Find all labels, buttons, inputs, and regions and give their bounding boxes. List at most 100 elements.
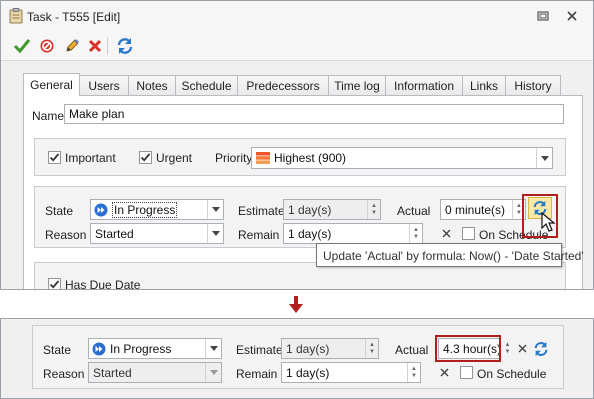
state-group-after: State In Progress Reason Started Estimat… bbox=[32, 325, 564, 389]
priority-value: Highest (900) bbox=[274, 151, 347, 165]
delete-button[interactable] bbox=[84, 35, 106, 57]
remain-label: Remain bbox=[236, 367, 278, 381]
tab-history[interactable]: History bbox=[505, 75, 561, 95]
update-actual-button[interactable] bbox=[530, 338, 552, 359]
refresh-button[interactable] bbox=[114, 35, 136, 57]
state-dropdown-button[interactable] bbox=[205, 339, 221, 358]
no-entry-icon bbox=[40, 39, 54, 53]
remain-field[interactable]: 1 day(s) ▲ ▼ bbox=[283, 223, 423, 244]
estimate-spin-button: ▲ ▼ bbox=[367, 200, 380, 219]
x-icon bbox=[88, 39, 102, 53]
on-schedule-label: On Schedule bbox=[477, 367, 547, 381]
actual-value: 0 minute(s) bbox=[445, 203, 506, 217]
refresh-icon bbox=[117, 38, 133, 54]
x-icon bbox=[518, 344, 526, 353]
state-label: State bbox=[43, 343, 72, 357]
arrow-down-icon bbox=[289, 296, 303, 314]
priority-dropdown-button[interactable] bbox=[536, 148, 552, 168]
state-value: In Progress bbox=[112, 202, 178, 218]
remain-field[interactable]: 1 day(s) ▲ ▼ bbox=[281, 362, 421, 383]
save-button[interactable] bbox=[11, 35, 33, 57]
restore-icon[interactable] bbox=[537, 10, 549, 22]
estimate-value: 1 day(s) bbox=[286, 342, 330, 356]
remain-spin-button[interactable]: ▲ ▼ bbox=[407, 363, 420, 382]
name-field[interactable]: Make plan bbox=[64, 104, 564, 124]
edit-button[interactable] bbox=[61, 35, 83, 57]
important-checkbox[interactable] bbox=[48, 151, 61, 164]
window-title: Task - T555 [Edit] bbox=[27, 10, 121, 24]
on-schedule-checkbox[interactable] bbox=[462, 227, 475, 240]
state-dropdown-button[interactable] bbox=[207, 200, 223, 219]
reason-value: Started bbox=[93, 366, 132, 380]
priority-combo[interactable]: Highest (900) bbox=[251, 147, 553, 169]
toolbar-separator bbox=[107, 37, 108, 55]
chevron-down-icon bbox=[211, 207, 220, 212]
tab-information[interactable]: Information bbox=[385, 75, 463, 95]
actual-value-highlight bbox=[435, 335, 501, 362]
state-combo[interactable]: In Progress bbox=[88, 338, 222, 359]
update-actual-tooltip: Update 'Actual' by formula: Now() - 'Dat… bbox=[316, 243, 584, 267]
has-due-date-label: Has Due Date bbox=[65, 278, 141, 290]
clear-remain-button[interactable] bbox=[435, 362, 453, 383]
toolbar bbox=[1, 31, 593, 61]
x-icon bbox=[440, 368, 448, 377]
has-due-date-checkbox[interactable] bbox=[48, 278, 61, 289]
name-label: Name bbox=[32, 109, 65, 123]
close-icon[interactable] bbox=[566, 10, 578, 22]
clipboard-icon bbox=[9, 8, 23, 24]
tab-users[interactable]: Users bbox=[79, 75, 129, 95]
check-mark-icon bbox=[49, 153, 60, 162]
state-group: State In Progress Reason Started Estimat… bbox=[34, 186, 566, 248]
tab-schedule[interactable]: Schedule bbox=[175, 75, 238, 95]
tab-notes[interactable]: Notes bbox=[128, 75, 176, 95]
urgent-label: Urgent bbox=[156, 151, 193, 165]
mouse-cursor-icon bbox=[541, 211, 557, 234]
title-bar: Task - T555 [Edit] bbox=[1, 1, 593, 31]
priority-highest-icon bbox=[256, 152, 270, 164]
x-icon bbox=[442, 229, 450, 238]
reason-dropdown-button[interactable] bbox=[207, 224, 223, 243]
reason-dropdown-button bbox=[205, 363, 221, 382]
chevron-down-icon bbox=[540, 155, 549, 161]
play-forward-icon bbox=[94, 203, 108, 217]
remain-value: 1 day(s) bbox=[286, 366, 330, 380]
reason-label: Reason bbox=[43, 367, 85, 381]
reason-combo[interactable]: Started bbox=[90, 223, 224, 244]
urgent-checkbox[interactable] bbox=[139, 151, 152, 164]
state-combo[interactable]: In Progress bbox=[90, 199, 224, 220]
chevron-down-icon bbox=[211, 231, 220, 236]
flags-group: Important Urgent Priority Highest (900) bbox=[34, 138, 566, 176]
remain-spin-button[interactable]: ▲ ▼ bbox=[409, 224, 422, 243]
on-schedule-checkbox[interactable] bbox=[460, 366, 473, 379]
reason-value: Started bbox=[95, 227, 134, 241]
state-label: State bbox=[45, 204, 74, 218]
estimate-label: Estimate bbox=[236, 343, 283, 357]
estimate-label: Estimate bbox=[238, 204, 285, 218]
reason-label: Reason bbox=[45, 228, 87, 242]
reason-combo: Started bbox=[88, 362, 222, 383]
chevron-down-icon bbox=[209, 370, 218, 375]
remain-label: Remain bbox=[238, 228, 280, 242]
cancel-button[interactable] bbox=[36, 35, 58, 57]
estimate-spin-button: ▲ ▼ bbox=[365, 339, 378, 358]
actual-spin-button[interactable]: ▲ ▼ bbox=[502, 338, 513, 359]
tab-predecessors[interactable]: Predecessors bbox=[237, 75, 329, 95]
actual-label: Actual bbox=[395, 343, 429, 357]
tab-time-log[interactable]: Time log bbox=[328, 75, 386, 95]
checkmark-icon bbox=[13, 39, 31, 54]
clear-remain-button[interactable] bbox=[437, 223, 455, 244]
actual-field[interactable]: 0 minute(s) ▲ ▼ bbox=[440, 199, 526, 220]
refresh-icon bbox=[534, 341, 548, 356]
tab-links[interactable]: Links bbox=[462, 75, 506, 95]
tab-general[interactable]: General bbox=[23, 73, 80, 96]
estimate-field: 1 day(s) ▲ ▼ bbox=[281, 338, 379, 359]
pencil-icon bbox=[66, 39, 79, 52]
estimate-field: 1 day(s) ▲ ▼ bbox=[283, 199, 381, 220]
remain-value: 1 day(s) bbox=[288, 227, 332, 241]
clear-actual-button[interactable] bbox=[513, 338, 531, 359]
state-value: In Progress bbox=[110, 342, 172, 356]
after-update-panel: State In Progress Reason Started Estimat… bbox=[0, 318, 594, 399]
important-label: Important bbox=[65, 151, 116, 165]
priority-label: Priority bbox=[215, 151, 253, 165]
actual-label: Actual bbox=[397, 204, 431, 218]
